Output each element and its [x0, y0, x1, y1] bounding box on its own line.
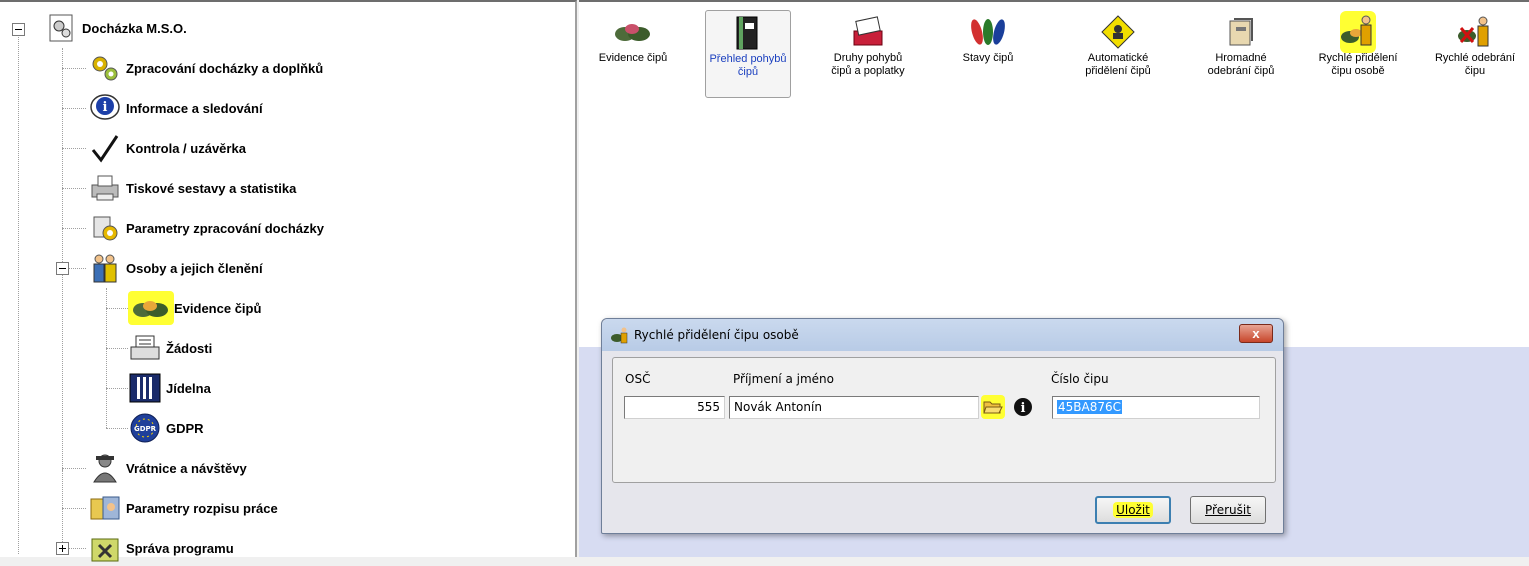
svg-text:i: i	[103, 100, 108, 115]
tree-item-label: Informace a sledování	[126, 100, 263, 116]
auto-assign-icon	[1075, 12, 1161, 52]
toolbar-chip-records-button[interactable]: Evidence čipů	[590, 10, 676, 98]
tree-item-label: Parametry rozpisu práce	[126, 500, 278, 516]
quick-assign-icon	[1315, 11, 1401, 53]
dialog-fields-group: OSČ Příjmení a jméno Číslo čipu 555 Nová…	[612, 357, 1276, 483]
quick-assign-dialog: Rychlé přidělení čipu osobě x OSČ Příjme…	[601, 318, 1284, 534]
gdpr-icon: GDPR	[128, 411, 162, 445]
tree-item-chip-records[interactable]: Evidence čipů	[128, 290, 261, 326]
quick-assign-icon	[610, 326, 630, 347]
osc-field[interactable]: 555	[624, 396, 725, 419]
binder-icon	[706, 13, 790, 53]
toolbar-quick-remove-button[interactable]: Rychlé odebrání čipu	[1432, 10, 1518, 98]
tree-item-label: Tiskové sestavy a statistika	[126, 180, 297, 196]
printer-icon	[88, 171, 122, 205]
guard-icon	[88, 451, 122, 485]
name-field[interactable]: Novák Antonín	[729, 396, 979, 419]
tree-item-label: GDPR	[166, 420, 204, 436]
chip-tokens-icon	[590, 12, 676, 52]
cancel-button-label: Přerušit	[1205, 503, 1251, 517]
gears-icon	[88, 51, 122, 85]
close-button[interactable]: x	[1239, 324, 1273, 343]
tree-item-reception[interactable]: Vrátnice a návštěvy	[88, 450, 247, 486]
checkmark-icon	[88, 131, 122, 165]
requests-icon	[128, 331, 162, 365]
toolbar-label: Evidence čipů	[598, 52, 668, 64]
tree-item-label: Parametry zpracování docházky	[126, 220, 324, 236]
quick-remove-icon	[1432, 12, 1518, 52]
tree-item-control[interactable]: Kontrola / uzávěrka	[88, 130, 246, 166]
work-schedule-icon	[88, 491, 122, 525]
toolbar-chip-states-button[interactable]: Stavy čipů	[945, 10, 1031, 98]
tree-item-label: Docházka M.S.O.	[82, 20, 187, 36]
tools-icon	[88, 531, 122, 565]
toolbar-auto-assign-button[interactable]: Automatické přidělení čipů	[1075, 10, 1161, 98]
chip-number-value: 45BA876C	[1057, 400, 1122, 414]
tree-item-label: Správa programu	[126, 540, 234, 556]
toolbar-quick-assign-button[interactable]: Rychlé přidělení čipu osobě	[1315, 10, 1401, 98]
navigation-tree: Docházka M.S.O. Zpracování docházky a do…	[0, 0, 577, 562]
tree-item-label: Zpracování docházky a doplňků	[126, 60, 324, 76]
cancel-button[interactable]: Přerušit	[1190, 496, 1266, 524]
info-icon[interactable]: i	[1013, 397, 1033, 420]
expand-administration-toggle[interactable]	[56, 542, 69, 555]
dialog-titlebar[interactable]: Rychlé přidělení čipu osobě x	[602, 319, 1283, 351]
collapse-root-toggle[interactable]	[12, 23, 25, 36]
open-folder-icon[interactable]	[981, 395, 1005, 419]
chip-states-icon	[945, 12, 1031, 52]
tree-item-administration[interactable]: Správa programu	[88, 530, 234, 566]
settings-icon	[88, 211, 122, 245]
name-label: Příjmení a jméno	[733, 372, 834, 386]
collapse-people-toggle[interactable]	[56, 262, 69, 275]
close-icon: x	[1252, 326, 1260, 341]
svg-text:GDPR: GDPR	[134, 425, 157, 433]
tree-item-label: Osoby a jejich členění	[126, 260, 263, 276]
osc-label: OSČ	[625, 372, 651, 386]
people-icon	[88, 251, 122, 285]
tree-item-attendance-parameters[interactable]: Parametry zpracování docházky	[88, 210, 324, 246]
toolbar-label: Hromadné odebrání čipů	[1207, 52, 1275, 77]
tree-item-attendance-processing[interactable]: Zpracování docházky a doplňků	[88, 50, 323, 86]
chip-number-field[interactable]: 45BA876C	[1052, 396, 1260, 419]
toolbar-movement-types-button[interactable]: Druhy pohybů čipů a poplatky	[825, 10, 911, 98]
toolbar-label: Druhy pohybů čipů a poplatky	[831, 52, 905, 77]
tree-item-gdpr[interactable]: GDPR GDPR	[128, 410, 204, 446]
tree-item-print-reports[interactable]: Tiskové sestavy a statistika	[88, 170, 296, 206]
tree-item-label: Vrátnice a návštěvy	[126, 460, 247, 476]
tree-item-information[interactable]: i Informace a sledování	[88, 90, 263, 126]
toolbar-label: Stavy čipů	[962, 52, 1014, 64]
toolbar-label: Rychlé přidělení čipu osobě	[1318, 52, 1398, 77]
tree-item-label: Jídelna	[166, 380, 211, 396]
info-icon: i	[88, 91, 122, 125]
chip-tokens-icon	[128, 291, 174, 325]
toolbar-label: Automatické přidělení čipů	[1085, 52, 1151, 77]
bulk-remove-icon	[1198, 12, 1284, 52]
toolbar-label: Rychlé odebrání čipu	[1434, 52, 1516, 77]
tree-item-work-schedule[interactable]: Parametry rozpisu práce	[88, 490, 278, 526]
cutlery-icon	[128, 371, 162, 405]
tree-item-canteen[interactable]: Jídelna	[128, 370, 211, 406]
card-stack-icon	[825, 12, 911, 52]
chip-number-label: Číslo čipu	[1051, 372, 1109, 386]
tree-item-people[interactable]: Osoby a jejich členění	[88, 250, 263, 286]
tree-item-label: Žádosti	[166, 340, 213, 356]
svg-text:i: i	[1021, 401, 1026, 416]
tree-item-label: Kontrola / uzávěrka	[126, 140, 246, 156]
tree-item-requests[interactable]: Žádosti	[128, 330, 212, 366]
toolbar-label: Přehled pohybů čipů	[709, 53, 787, 78]
tree-item-root[interactable]: Docházka M.S.O.	[44, 10, 187, 46]
save-button[interactable]: Uložit	[1095, 496, 1171, 524]
save-button-label: Uložit	[1113, 502, 1153, 518]
gear-document-icon	[44, 11, 78, 45]
dialog-title: Rychlé přidělení čipu osobě	[634, 328, 799, 342]
tree-item-label: Evidence čipů	[174, 300, 262, 316]
toolbar-chip-movements-button[interactable]: Přehled pohybů čipů	[705, 10, 791, 98]
toolbar-bulk-remove-button[interactable]: Hromadné odebrání čipů	[1198, 10, 1284, 98]
